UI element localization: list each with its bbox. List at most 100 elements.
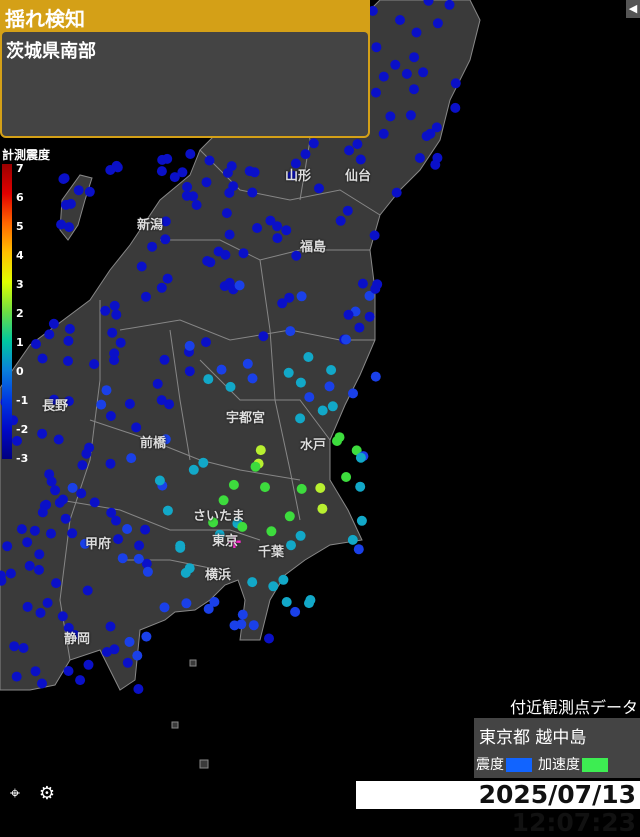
station-marker[interactable] [225, 381, 236, 392]
station-marker[interactable] [216, 364, 227, 375]
station-marker[interactable] [286, 540, 296, 551]
station-marker[interactable] [369, 230, 380, 241]
station-marker[interactable] [234, 280, 245, 291]
station-marker[interactable] [67, 528, 78, 539]
station-marker[interactable] [141, 631, 152, 642]
station-marker[interactable] [247, 577, 258, 588]
station-marker[interactable] [51, 578, 62, 589]
locate-icon[interactable]: ⌖ [2, 783, 28, 807]
station-marker[interactable] [295, 377, 306, 388]
station-marker[interactable] [156, 395, 167, 406]
station-marker[interactable] [220, 249, 231, 260]
station-marker[interactable] [184, 340, 195, 351]
station-marker[interactable] [100, 305, 111, 316]
station-marker[interactable] [218, 495, 229, 506]
station-marker[interactable] [132, 650, 143, 661]
station-marker[interactable] [395, 15, 405, 25]
station-marker[interactable] [185, 149, 196, 159]
station-marker[interactable] [450, 102, 461, 113]
station-marker[interactable] [156, 282, 167, 293]
station-marker[interactable] [201, 177, 212, 188]
station-marker[interactable] [432, 152, 443, 163]
station-marker[interactable] [30, 666, 41, 677]
station-marker[interactable] [75, 675, 86, 686]
station-marker[interactable] [67, 482, 78, 493]
station-marker[interactable] [24, 560, 35, 571]
station-marker[interactable] [303, 352, 314, 362]
station-marker[interactable] [175, 542, 186, 553]
station-marker[interactable] [356, 515, 367, 526]
station-marker[interactable] [296, 483, 307, 494]
station-marker[interactable] [409, 52, 420, 63]
station-marker[interactable] [226, 161, 237, 172]
station-marker[interactable] [89, 497, 100, 508]
station-marker[interactable] [391, 187, 402, 198]
station-marker[interactable] [378, 128, 389, 139]
station-marker[interactable] [191, 200, 202, 210]
station-marker[interactable] [224, 277, 235, 288]
station-marker[interactable] [184, 563, 195, 574]
station-marker[interactable] [314, 183, 324, 194]
station-marker[interactable] [11, 671, 22, 682]
station-marker[interactable] [355, 481, 366, 492]
station-marker[interactable] [101, 385, 112, 396]
station-marker[interactable] [35, 607, 46, 618]
station-marker[interactable] [228, 181, 239, 192]
station-marker[interactable] [348, 388, 358, 399]
station-marker[interactable] [105, 411, 116, 421]
station-marker[interactable] [260, 482, 270, 493]
station-marker[interactable] [60, 513, 71, 524]
station-marker[interactable] [344, 145, 355, 156]
station-marker[interactable] [418, 67, 429, 78]
station-marker[interactable] [221, 208, 232, 219]
station-marker[interactable] [169, 172, 180, 183]
station-marker[interactable] [334, 432, 345, 443]
station-marker[interactable] [224, 229, 235, 240]
station-marker[interactable] [258, 331, 269, 342]
station-marker[interactable] [203, 603, 214, 614]
station-marker[interactable] [228, 479, 239, 490]
station-marker[interactable] [300, 149, 311, 160]
station-marker[interactable] [184, 366, 195, 377]
station-marker[interactable] [425, 128, 436, 139]
station-marker[interactable] [342, 205, 353, 216]
station-marker[interactable] [46, 476, 57, 487]
station-marker[interactable] [204, 155, 215, 166]
station-marker[interactable] [18, 643, 29, 653]
station-marker[interactable] [278, 574, 289, 585]
station-marker[interactable] [354, 322, 365, 333]
station-marker[interactable] [117, 553, 128, 564]
station-marker[interactable] [124, 398, 135, 409]
station-marker[interactable] [162, 505, 173, 516]
station-marker[interactable] [201, 337, 211, 348]
station-marker[interactable] [109, 644, 120, 655]
station-marker[interactable] [181, 598, 192, 609]
station-marker[interactable] [327, 401, 338, 412]
station-marker[interactable] [82, 585, 93, 596]
station-marker[interactable] [405, 110, 416, 121]
station-marker[interactable] [317, 503, 328, 514]
station-marker[interactable] [131, 422, 142, 433]
station-marker[interactable] [355, 154, 366, 165]
station-marker[interactable] [357, 278, 368, 289]
station-marker[interactable] [181, 190, 192, 201]
station-marker[interactable] [295, 530, 306, 541]
station-marker[interactable] [248, 620, 259, 631]
station-marker[interactable] [162, 273, 173, 284]
station-marker[interactable] [198, 457, 209, 468]
station-marker[interactable] [432, 18, 443, 29]
station-marker[interactable] [370, 283, 381, 294]
station-marker[interactable] [281, 225, 292, 236]
station-marker[interactable] [34, 549, 45, 560]
station-marker[interactable] [113, 534, 124, 545]
station-marker[interactable] [57, 611, 68, 622]
station-marker[interactable] [105, 165, 116, 175]
station-marker[interactable] [283, 367, 294, 378]
station-marker[interactable] [414, 153, 425, 163]
station-marker[interactable] [450, 78, 461, 89]
station-marker[interactable] [154, 475, 165, 486]
station-marker[interactable] [304, 598, 314, 609]
station-marker[interactable] [142, 566, 153, 577]
station-marker[interactable] [355, 452, 366, 463]
station-marker[interactable] [42, 597, 53, 608]
